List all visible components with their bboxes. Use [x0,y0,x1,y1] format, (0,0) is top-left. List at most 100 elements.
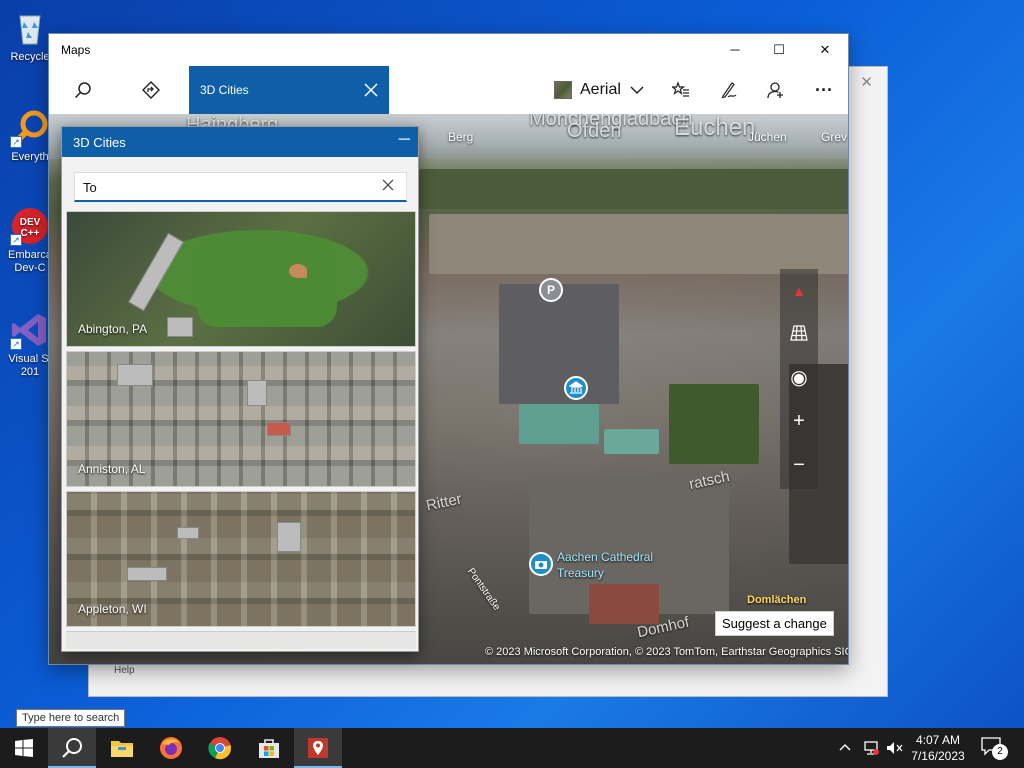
parking-poi[interactable]: P [539,278,563,302]
add-person-icon [767,82,783,99]
map-tree-band [419,169,848,209]
clock-date: 7/16/2023 [911,749,965,763]
map-red-roof [589,584,659,624]
aerial-thumbnail-icon [554,81,572,99]
store-icon [259,739,279,758]
city-name: Anniston, AL [78,462,146,476]
background-window-close-button[interactable]: ✕ [860,73,873,91]
directions-icon [142,81,160,99]
map-label: Berg [448,130,474,144]
city-tile-anniston[interactable]: Anniston, AL [66,351,416,487]
chevron-up-icon[interactable] [838,741,852,755]
compass-button[interactable]: ▲ [780,269,818,313]
clock[interactable]: 4:07 AM 7/16/2023 [900,732,976,764]
notification-center-button[interactable]: 2 [980,736,1008,760]
account-button[interactable] [752,66,800,114]
taskbar-file-explorer[interactable] [98,728,146,768]
locate-button[interactable]: ◉ [780,355,818,399]
tab-label: 3D Cities [200,83,249,97]
landmark-poi[interactable] [564,376,588,400]
map-style-dropdown[interactable]: Aerial [554,74,645,106]
search-tooltip: Type here to search [16,709,126,727]
maximize-button[interactable]: ☐ [756,34,802,66]
aerial-building [247,380,267,406]
map-label: Jüchen [748,130,787,144]
map-green-roof [604,429,659,454]
aerial-field [197,237,337,327]
panel-title: 3D Cities [73,135,126,150]
more-button[interactable]: ··· [800,66,848,114]
taskbar-search-button[interactable] [48,728,96,768]
cathedral-label: Aachen Cathedral [557,550,654,564]
clear-search-button[interactable] [382,179,396,193]
search-button[interactable] [59,66,107,114]
map-town-hall [499,284,619,404]
ink-button[interactable] [705,66,753,114]
aerial-building [127,567,167,581]
title-bar[interactable]: Maps ─ ☐ ✕ [49,34,848,66]
map-street-label: Pontstraße [464,566,502,613]
maps-icon [308,738,328,758]
city-name: Appleton, WI [78,602,147,616]
recycle-bin-icon [10,8,50,48]
zoom-in-button[interactable]: + [780,399,818,443]
firefox-icon [160,737,182,759]
suggest-change-button[interactable]: Suggest a change [715,611,834,636]
favorites-icon [672,81,689,97]
taskbar-maps[interactable] [294,728,342,768]
tab-close-button[interactable] [359,78,383,102]
close-button[interactable]: ✕ [802,34,848,66]
chevron-down-icon [630,86,644,95]
app-title: Maps [61,43,91,57]
panel-minimize-button[interactable]: ─ [399,131,410,149]
minimize-button[interactable]: ─ [712,34,758,66]
city-search-input[interactable] [83,177,373,197]
devcpp-icon: DEV C++ ↗ [10,206,50,246]
ink-pen-icon [721,82,737,99]
search-icon [74,82,91,99]
svg-text:DEV: DEV [20,217,41,228]
taskbar-firefox[interactable] [147,728,195,768]
start-button[interactable] [0,728,48,768]
zoom-out-button[interactable]: − [780,443,818,487]
aerial-baseball-diamond [289,264,307,278]
city-tile-abington[interactable]: Abington, PA [66,211,416,347]
search-icon [62,738,82,758]
clock-time: 4:07 AM [915,733,961,747]
file-explorer-icon [111,741,133,757]
treasury-label: Treasury [557,566,604,580]
cathedral-poi[interactable] [529,552,553,576]
map-street-label: Ritter [424,490,464,515]
background-window-help-link[interactable]: Help [114,665,135,676]
panel-header: 3D Cities ─ [62,127,418,157]
favorites-button[interactable] [657,66,705,114]
grid-tilt-icon [790,325,808,341]
museum-icon [568,381,584,394]
network-icon[interactable] [862,740,880,756]
tilt-button[interactable] [780,311,818,355]
tab-3d-cities[interactable]: 3D Cities [189,66,389,114]
map-label: Domlächen [747,594,807,606]
taskbar-store[interactable] [245,728,293,768]
camera-icon [535,561,547,569]
aerial-building [277,522,301,552]
city-name: Abington, PA [78,322,148,336]
toolbar: 3D Cities Aerial ··· [49,66,848,114]
city-tile-appleton[interactable]: Appleton, WI [66,491,416,627]
aerial-building [117,364,153,386]
aerial-building [167,317,193,337]
shortcut-arrow-icon: ↗ [10,338,22,350]
notification-badge: 2 [992,744,1008,760]
map-label: Euchen [674,114,756,141]
map-controls: ▲ ◉ + − [780,269,818,489]
aerial-building [128,232,184,312]
start-icon [15,739,33,757]
taskbar-chrome[interactable] [196,728,244,768]
taskbar: 4:07 AM 7/16/2023 2 [0,728,1024,768]
map-style-label: Aerial [580,81,621,98]
aerial-building [177,527,199,539]
shortcut-arrow-icon: ↗ [10,234,22,246]
compass-icon: ▲ [792,283,806,299]
map-green-roof [519,404,599,444]
directions-button[interactable] [127,66,175,114]
